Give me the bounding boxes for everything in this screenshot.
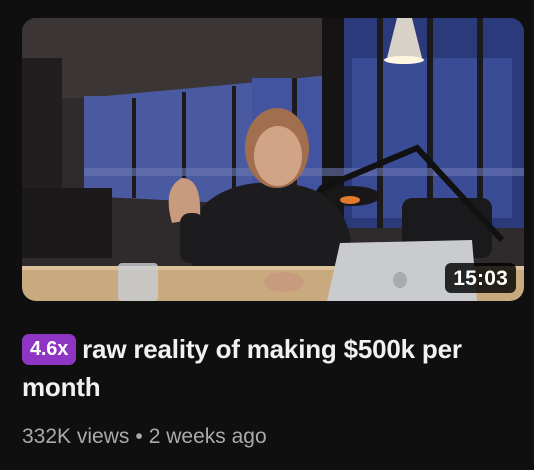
upload-age: 2 weeks ago [148,425,267,448]
video-thumbnail[interactable]: 15:03 [22,18,524,301]
speed-badge: 4.6x [22,334,77,365]
separator-dot: • [135,425,143,448]
video-metadata: 332K views • 2 weeks ago [22,423,267,451]
view-count: 332K views [22,425,130,448]
video-title[interactable]: 4.6x raw reality of making $500k per mont… [22,330,512,406]
video-card[interactable]: 15:03 4.6x raw reality of making $500k pe… [0,0,534,470]
duration-badge: 15:03 [445,263,516,293]
thumbnail-image [22,18,524,301]
video-title-text[interactable]: raw reality of making $500k per month [22,334,462,402]
